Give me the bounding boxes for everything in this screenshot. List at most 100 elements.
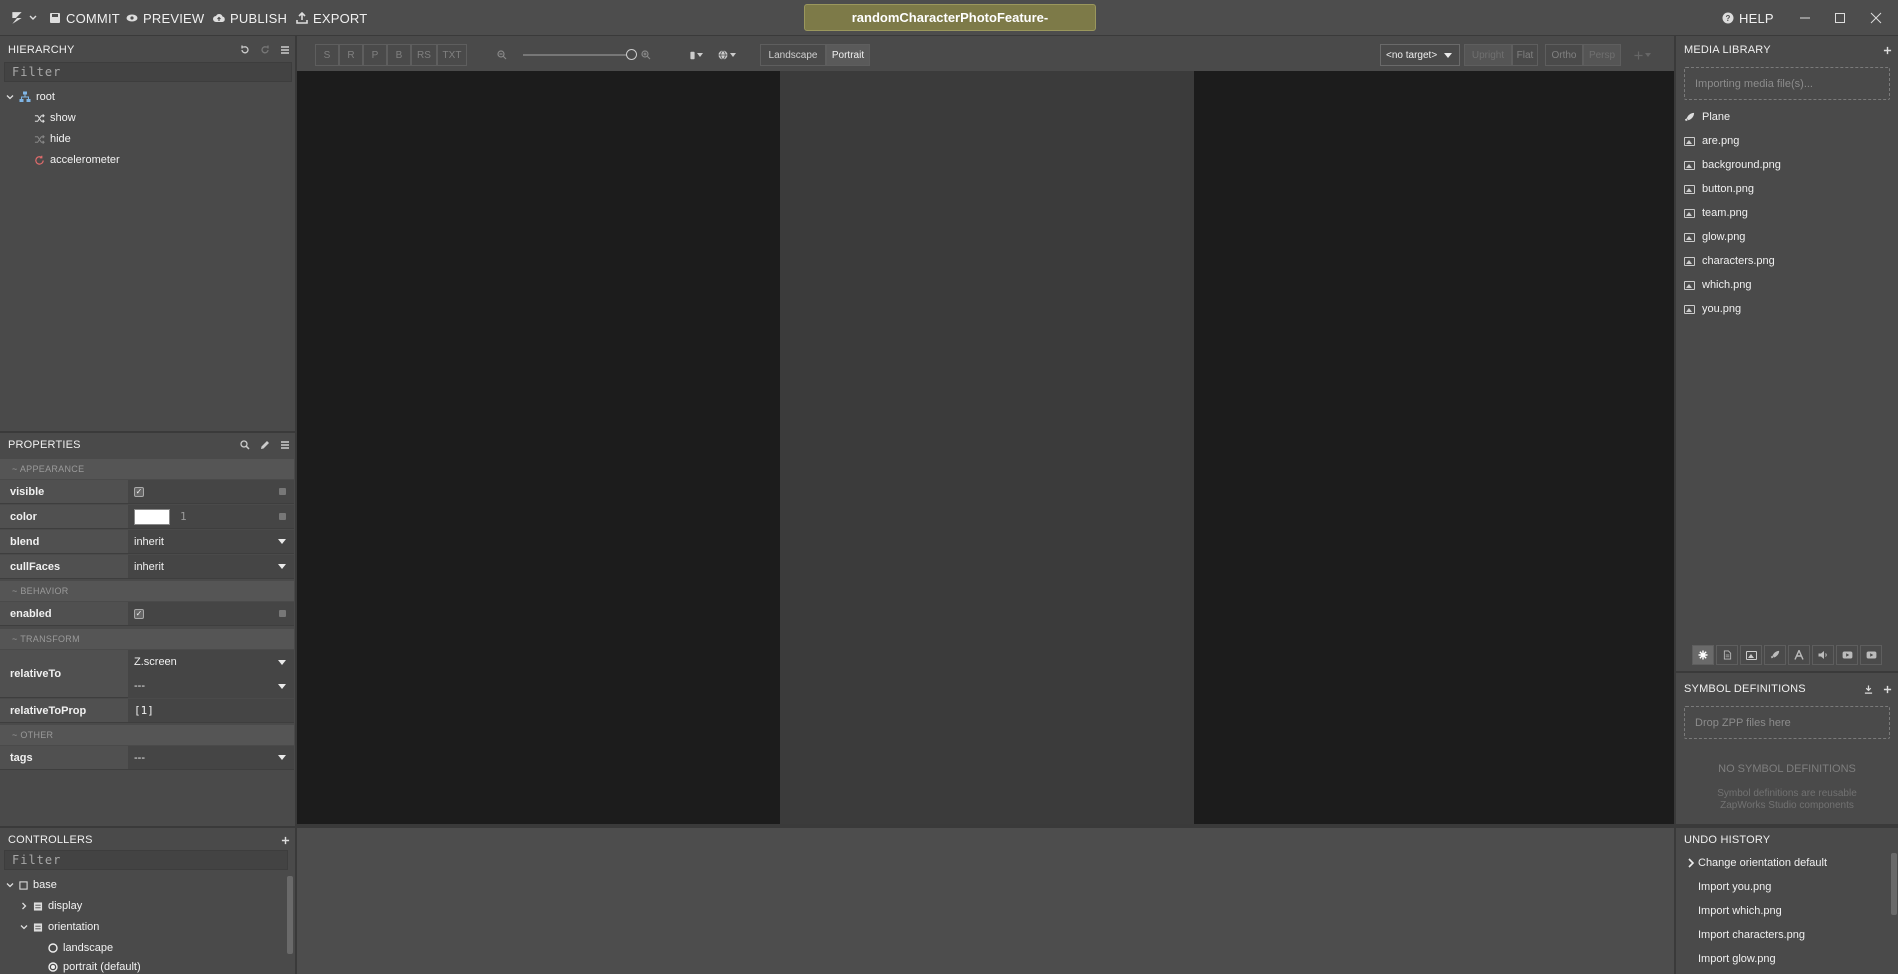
undo-item[interactable]: Import glow.png <box>1698 948 1776 970</box>
project-title[interactable]: randomCharacterPhotoFeature- <box>804 4 1096 31</box>
mode-button-b[interactable]: B <box>387 44 411 66</box>
zpp-drop-zone[interactable]: Drop ZPP files here <box>1684 706 1890 739</box>
controller-item-landscape[interactable]: landscape <box>48 938 113 958</box>
preview-button[interactable]: PREVIEW <box>126 0 204 36</box>
menu-icon[interactable] <box>280 45 290 55</box>
target-dropdown[interactable]: <no target> <box>1380 44 1460 66</box>
controller-item-display[interactable]: display <box>20 896 82 916</box>
search-icon[interactable] <box>240 440 250 450</box>
plus-icon[interactable] <box>281 836 290 845</box>
zoom-slider[interactable] <box>523 54 631 56</box>
section-appearance[interactable]: ~ APPEARANCE <box>0 459 294 479</box>
media-item[interactable]: characters.png <box>1684 250 1775 272</box>
export-button[interactable]: EXPORT <box>296 0 367 36</box>
help-button[interactable]: ? HELP <box>1722 0 1774 36</box>
media-item[interactable]: are.png <box>1684 130 1739 152</box>
visible-checkbox[interactable]: ✓ <box>134 486 144 497</box>
ortho-button[interactable]: Ortho <box>1545 44 1583 66</box>
menu-icon[interactable] <box>280 440 290 450</box>
filter-font-button[interactable] <box>1788 645 1810 665</box>
mode-button-s[interactable]: S <box>315 44 339 66</box>
section-behavior[interactable]: ~ BEHAVIOR <box>0 581 294 601</box>
filter-model-button[interactable] <box>1764 645 1786 665</box>
cullfaces-select[interactable]: inherit <box>128 555 294 578</box>
flat-button[interactable]: Flat <box>1512 44 1538 66</box>
zoom-slider-handle[interactable] <box>626 49 637 60</box>
pencil-icon[interactable] <box>260 440 270 450</box>
tree-item-accelerometer[interactable]: accelerometer <box>34 150 120 170</box>
plus-icon[interactable] <box>1883 46 1892 55</box>
filter-audio-button[interactable] <box>1812 645 1834 665</box>
controller-item-portrait[interactable]: portrait (default) <box>48 959 141 974</box>
landscape-button[interactable]: Landscape <box>760 44 826 66</box>
controller-item-base[interactable]: base <box>6 875 57 895</box>
filter-video-button[interactable] <box>1836 645 1858 665</box>
media-item-plane[interactable]: Plane <box>1684 106 1730 128</box>
filter-all-button[interactable] <box>1692 645 1714 665</box>
undo-icon[interactable] <box>240 45 250 55</box>
media-item[interactable]: team.png <box>1684 202 1748 224</box>
environment-dropdown[interactable] <box>718 49 738 61</box>
enabled-checkbox[interactable]: ✓ <box>134 608 144 619</box>
device-dropdown[interactable] <box>690 49 706 61</box>
filter-document-button[interactable] <box>1716 645 1738 665</box>
controller-item-orientation[interactable]: orientation <box>20 917 99 937</box>
app-menu-button[interactable] <box>10 0 37 36</box>
zoom-in-icon[interactable] <box>641 50 651 60</box>
undo-item[interactable]: Import which.png <box>1698 900 1782 922</box>
tags-select[interactable]: --- <box>128 746 294 769</box>
filter-video-alt-button[interactable] <box>1860 645 1882 665</box>
controllers-filter-input[interactable]: Filter <box>4 850 288 870</box>
panel-splitter[interactable] <box>1676 671 1898 673</box>
media-item[interactable]: background.png <box>1684 154 1781 176</box>
scene-viewport[interactable] <box>297 71 1674 824</box>
media-item[interactable]: you.png <box>1684 298 1741 320</box>
plus-icon[interactable] <box>1883 685 1892 694</box>
mode-button-p[interactable]: P <box>363 44 387 66</box>
redo-icon[interactable] <box>260 45 270 55</box>
portrait-button[interactable]: Portrait <box>826 44 870 66</box>
persp-button[interactable]: Persp <box>1583 44 1621 66</box>
filter-image-button[interactable] <box>1740 645 1762 665</box>
tree-item-hide[interactable]: hide <box>34 129 71 149</box>
lock-icon[interactable] <box>279 488 286 495</box>
tree-item-root[interactable]: root <box>6 87 55 107</box>
blend-select[interactable]: inherit <box>128 530 294 553</box>
minimize-button[interactable] <box>1793 6 1817 30</box>
scrollbar[interactable] <box>1891 853 1897 915</box>
commit-button[interactable]: COMMIT <box>49 0 120 36</box>
chevron-down-icon[interactable] <box>20 923 28 931</box>
close-window-button[interactable] <box>1864 6 1888 30</box>
undo-item[interactable]: Import characters.png <box>1698 924 1805 946</box>
relativeto-select-1[interactable]: Z.screen <box>128 650 294 674</box>
media-item[interactable]: which.png <box>1684 274 1752 296</box>
hierarchy-filter-input[interactable]: Filter <box>4 62 292 82</box>
undo-item[interactable]: Import you.png <box>1698 876 1771 898</box>
upright-button[interactable]: Upright <box>1464 44 1512 66</box>
gizmo-dropdown[interactable] <box>1634 50 1652 60</box>
chevron-down-icon[interactable] <box>6 93 14 101</box>
color-alpha[interactable]: 1 <box>180 510 187 523</box>
section-transform[interactable]: ~ TRANSFORM <box>0 629 294 649</box>
undo-item[interactable]: Change orientation default <box>1698 852 1827 874</box>
media-item[interactable]: glow.png <box>1684 226 1745 248</box>
section-other[interactable]: ~ OTHER <box>0 725 294 745</box>
color-swatch[interactable] <box>134 508 170 525</box>
media-item[interactable]: button.png <box>1684 178 1754 200</box>
media-drop-zone[interactable]: Importing media file(s)... <box>1684 67 1890 100</box>
zoom-out-icon[interactable] <box>497 50 507 60</box>
timeline-panel[interactable] <box>297 828 1674 974</box>
lock-icon[interactable] <box>279 513 286 520</box>
publish-button[interactable]: PUBLISH <box>213 0 287 36</box>
chevron-right-icon[interactable] <box>20 902 28 910</box>
mode-button-txt[interactable]: TXT <box>437 44 467 66</box>
relativeto-select-2[interactable]: --- <box>128 674 294 698</box>
mode-button-r[interactable]: R <box>339 44 363 66</box>
lock-icon[interactable] <box>279 610 286 617</box>
chevron-down-icon[interactable] <box>6 881 14 889</box>
tree-item-show[interactable]: show <box>34 108 76 128</box>
relativetoprop-input[interactable]: [1] <box>128 699 294 722</box>
scrollbar[interactable] <box>287 876 293 954</box>
mode-button-rs[interactable]: RS <box>411 44 437 66</box>
maximize-button[interactable] <box>1828 6 1852 30</box>
